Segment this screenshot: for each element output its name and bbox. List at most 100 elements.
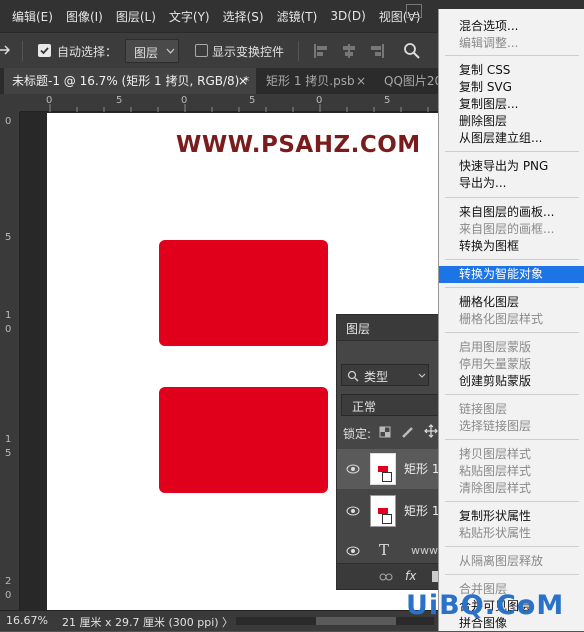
menu-item-copy-css[interactable]: 复制 CSS <box>439 62 584 79</box>
menu-separator <box>445 55 579 56</box>
divider <box>298 41 299 61</box>
scrollbar-thumb[interactable] <box>316 617 396 625</box>
menu-item-enable-layer-mask[interactable]: 启用图层蒙版 <box>439 339 584 356</box>
lock-position-icon[interactable] <box>424 424 438 438</box>
menu-separator <box>445 546 579 547</box>
menu-item-create-clipping-mask[interactable]: 创建剪贴蒙版 <box>439 373 584 390</box>
align-left-icon[interactable] <box>313 43 329 59</box>
show-transform-label: 显示变换控件 <box>212 45 285 59</box>
menu-item-frame-from-layers[interactable]: 来自图层的画框... <box>439 221 584 238</box>
menu-layer[interactable]: 图层(L) <box>116 8 156 25</box>
menu-item-quick-export-png[interactable]: 快速导出为 PNG <box>439 158 584 175</box>
zoom-level[interactable]: 16.67% <box>6 614 48 627</box>
link-icon[interactable] <box>379 572 393 582</box>
tab-untitled-1[interactable]: 未标题-1 @ 16.7% (矩形 1 拷贝, RGB/8) * × <box>4 68 256 94</box>
menu-item-link-layers[interactable]: 链接图层 <box>439 401 584 418</box>
menu-item-clear-layer-style[interactable]: 清除图层样式 <box>439 480 584 497</box>
layers-panel-title[interactable]: 图层 <box>346 320 370 337</box>
menu-item-paste-shape-attributes[interactable]: 粘贴形状属性 <box>439 525 584 542</box>
ruler-label: 5 <box>5 448 12 459</box>
red-rectangle-top[interactable] <box>159 240 328 346</box>
menu-item-disable-vector-mask[interactable]: 停用矢量蒙版 <box>439 356 584 373</box>
menu-filter[interactable]: 滤镜(T) <box>277 8 318 25</box>
layer-row[interactable]: T www <box>337 533 445 563</box>
align-right-icon[interactable] <box>369 43 385 59</box>
move-tool-arrow-icon[interactable] <box>0 43 10 57</box>
menu-item-edit-adjustment[interactable]: 编辑调整... <box>439 35 584 52</box>
tab-label: QQ图片20 <box>384 74 438 88</box>
menu-item-copy-layer-style[interactable]: 拷贝图层样式 <box>439 446 584 463</box>
layer-name: www <box>411 544 438 557</box>
eye-icon[interactable] <box>346 546 360 556</box>
text-layer-icon: T <box>379 541 390 559</box>
ruler-label: 0 <box>316 95 323 106</box>
layer-row[interactable]: 矩形 1 <box>337 491 445 531</box>
ruler-vertical: 0 5 1 0 1 5 2 0 <box>0 112 20 610</box>
red-rectangle-bottom[interactable] <box>159 387 328 493</box>
menu-item-export-as[interactable]: 导出为... <box>439 175 584 192</box>
eye-icon[interactable] <box>346 506 360 516</box>
menu-item-convert-to-frame[interactable]: 转换为图框 <box>439 238 584 255</box>
menu-item-group-from-layers[interactable]: 从图层建立组... <box>439 130 584 147</box>
blend-mode-dropdown[interactable]: 正常 <box>341 394 445 416</box>
check-icon <box>40 47 49 55</box>
menu-item-delete-layer[interactable]: 删除图层 <box>439 113 584 130</box>
lock-brush-icon[interactable] <box>401 425 415 439</box>
menu-type[interactable]: 文字(Y) <box>169 8 210 25</box>
auto-select-checkbox[interactable] <box>38 44 51 57</box>
minimize-button[interactable] <box>406 4 422 18</box>
menu-edit[interactable]: 编辑(E) <box>12 8 53 25</box>
layer-thumbnail <box>370 453 396 485</box>
layer-thumbnail <box>370 495 396 527</box>
menu-separator <box>445 394 579 395</box>
ruler-label: 0 <box>46 95 53 106</box>
ruler-label: 0 <box>5 324 12 335</box>
lock-transparent-icon[interactable] <box>379 426 391 438</box>
layer-context-menu: 混合选项... 编辑调整... 复制 CSS 复制 SVG 复制图层... 删除图层 从图层… <box>438 9 584 631</box>
status-menu-arrow[interactable]: 〉 <box>222 614 233 630</box>
show-transform-checkbox[interactable] <box>195 44 208 57</box>
tab-label: 矩形 1 拷贝.psb <box>266 74 355 88</box>
menu-separator <box>445 151 579 152</box>
layers-panel: 图层 类型 正常 锁定: 矩形 1 矩形 1 T www fx <box>336 314 446 590</box>
menu-image[interactable]: 图像(I) <box>66 8 103 25</box>
menu-item-rasterize-layer[interactable]: 栅格化图层 <box>439 294 584 311</box>
lock-label: 锁定: <box>343 427 372 441</box>
ruler-label: 0 <box>5 590 12 601</box>
menu-select[interactable]: 选择(S) <box>223 8 264 25</box>
menu-item-select-linked-layers[interactable]: 选择链接图层 <box>439 418 584 435</box>
menu-item-copy-svg[interactable]: 复制 SVG <box>439 79 584 96</box>
divider <box>22 41 23 61</box>
ruler-label: 5 <box>5 232 12 243</box>
auto-select-dropdown[interactable]: 图层 <box>125 39 179 63</box>
horizontal-scrollbar[interactable] <box>236 617 434 625</box>
ruler-label: 1 <box>5 434 12 445</box>
menu-separator <box>445 197 579 198</box>
chevron-down-icon <box>166 48 175 54</box>
tab-close-icon[interactable]: × <box>356 68 366 94</box>
ruler-label: 0 <box>5 116 12 127</box>
menu-item-artboard-from-layers[interactable]: 来自图层的画板... <box>439 204 584 221</box>
document-info: 21 厘米 x 29.7 厘米 (300 ppi) <box>62 616 219 629</box>
layer-filter-dropdown[interactable]: 类型 <box>341 364 429 386</box>
layer-name: 矩形 1 <box>404 504 440 518</box>
menu-separator <box>445 287 579 288</box>
fx-icon[interactable]: fx <box>405 569 416 583</box>
menu-item-copy-shape-attributes[interactable]: 复制形状属性 <box>439 508 584 525</box>
menu-3d[interactable]: 3D(D) <box>330 9 365 23</box>
tab-close-icon[interactable]: × <box>238 68 248 94</box>
layer-row[interactable]: 矩形 1 <box>337 449 445 489</box>
align-center-icon[interactable] <box>341 43 357 59</box>
menu-item-blending-options[interactable]: 混合选项... <box>439 18 584 35</box>
ruler-label: 5 <box>249 95 256 106</box>
menu-item-convert-to-smart-object[interactable]: 转换为智能对象 <box>439 266 584 283</box>
menu-separator <box>445 574 579 575</box>
eye-icon[interactable] <box>346 464 360 474</box>
menu-item-release-from-isolation[interactable]: 从隔离图层释放 <box>439 553 584 570</box>
menu-item-rasterize-layer-style[interactable]: 栅格化图层样式 <box>439 311 584 328</box>
tab-rect-copy-psb[interactable]: 矩形 1 拷贝.psb × <box>258 68 372 94</box>
search-icon[interactable] <box>403 42 421 60</box>
menu-item-duplicate-layer[interactable]: 复制图层... <box>439 96 584 113</box>
menu-item-paste-layer-style[interactable]: 粘贴图层样式 <box>439 463 584 480</box>
tab-qq-image[interactable]: QQ图片20 <box>376 68 438 94</box>
